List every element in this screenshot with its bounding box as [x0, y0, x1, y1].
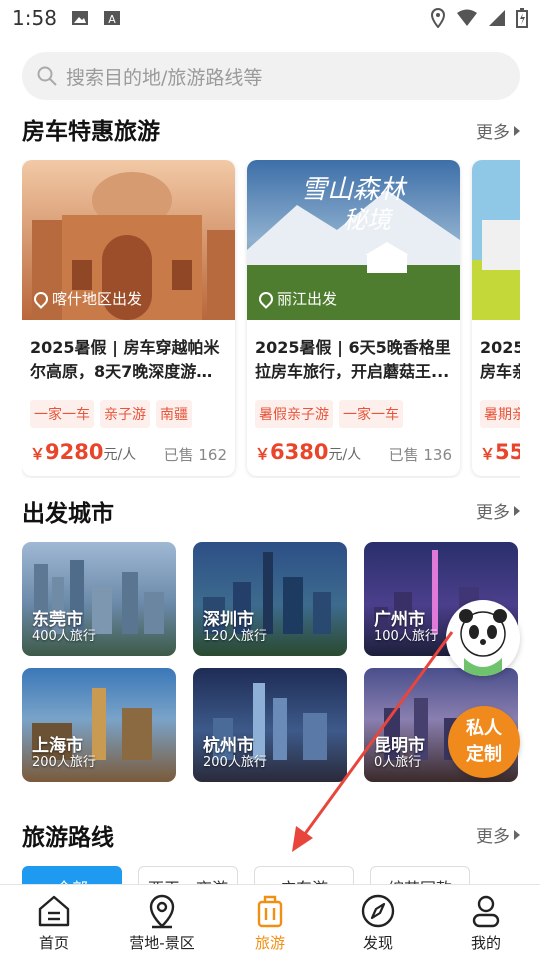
panda-icon — [459, 609, 507, 676]
promo-card[interactable]: 喀什地区出发 2025暑假 | 房车穿越帕米 尔高原，8天7晚深度游喀... 一家… — [22, 160, 235, 476]
card-title-line1: 2025暑 — [480, 338, 520, 357]
sold-count: 已售 162 — [163, 446, 227, 464]
price-value: 6380 — [270, 440, 329, 464]
cities-more-label: 更多 — [476, 503, 510, 523]
signal-icon — [489, 10, 505, 26]
city-travel-count: 100人旅行 — [374, 629, 438, 644]
price-symbol: ￥ — [480, 445, 496, 463]
search-placeholder: 搜索目的地/旅游路线等 — [66, 66, 263, 89]
routes-more-link[interactable]: 更多 — [476, 822, 520, 847]
tab-discover[interactable]: 发现 — [324, 885, 432, 960]
promo-section-title: 房车特惠旅游 — [22, 119, 160, 145]
location-icon — [430, 8, 446, 28]
departure-label: 喀什地区出发 — [31, 288, 143, 309]
svg-text:雪山森林: 雪山森林 — [301, 175, 408, 205]
tag: 暑假亲子游 — [255, 400, 333, 428]
price-symbol: ￥ — [255, 445, 271, 463]
promo-more-link[interactable]: 更多 — [476, 118, 520, 143]
price-value: 9280 — [45, 440, 104, 464]
tab-home[interactable]: 首页 — [0, 885, 108, 960]
cities-more-link[interactable]: 更多 — [476, 498, 520, 523]
card-title-line2: 尔高原，8天7晚深度游喀... — [30, 362, 227, 381]
person-icon — [472, 895, 500, 928]
image-icon — [71, 11, 88, 25]
city-travel-count: 200人旅行 — [32, 755, 96, 770]
a-icon: A — [103, 11, 120, 26]
city-travel-count: 0人旅行 — [374, 755, 422, 770]
svg-text:A: A — [108, 13, 116, 26]
tab-discover-label: 发现 — [362, 934, 393, 952]
svg-text:秘境: 秘境 — [343, 206, 394, 234]
battery-icon — [516, 8, 528, 28]
card-price: ￥55 — [480, 440, 520, 464]
city-travel-count: 120人旅行 — [203, 629, 267, 644]
card-price: ￥6380元/人 — [255, 440, 361, 464]
private-custom-label-line1: 私人 — [466, 718, 502, 739]
card-title: 2025暑假 | 6天5晚香格里 拉房车旅行，开启蘑菇王... — [255, 336, 452, 384]
wifi-icon — [457, 9, 477, 26]
price-value: 55 — [495, 440, 520, 464]
card-image — [472, 160, 520, 320]
routes-more-label: 更多 — [476, 827, 510, 847]
routes-section-title: 旅游路线 — [22, 825, 114, 851]
tab-camp-scenic[interactable]: 营地-景区 — [108, 885, 216, 960]
tab-mine-label: 我的 — [470, 934, 501, 952]
chevron-right-icon — [514, 505, 520, 516]
tag: 南疆 — [156, 400, 192, 428]
private-custom-button[interactable]: 私人 定制 — [448, 706, 520, 778]
card-title: 2025暑假 | 房车穿越帕米 尔高原，8天7晚深度游喀... — [30, 336, 227, 384]
chevron-right-icon — [514, 125, 520, 136]
promo-card[interactable]: 2025暑房车亲 暑期亲 ￥55 — [472, 160, 520, 476]
status-time: 1:58 — [12, 6, 57, 30]
city-card-hangzhou[interactable]: 杭州市 200人旅行 — [193, 668, 347, 782]
location-pin-icon — [256, 288, 276, 309]
sold-count: 已售 136 — [388, 446, 452, 464]
location-pin-icon — [149, 894, 175, 929]
search-icon — [37, 66, 57, 86]
city-card-dongguan[interactable]: 东莞市 400人旅行 — [22, 542, 176, 656]
tag: 一家一车 — [30, 400, 94, 428]
card-title: 2025暑房车亲 — [480, 336, 520, 384]
bottom-tab-bar: 首页 营地-景区 旅游 发现 我的 — [0, 884, 540, 960]
city-travel-count: 400人旅行 — [32, 629, 96, 644]
cities-section-title: 出发城市 — [22, 501, 114, 527]
tag: 亲子游 — [100, 400, 150, 428]
card-tags: 暑假亲子游 一家一车 — [255, 400, 403, 428]
tag: 暑期亲 — [480, 400, 520, 428]
city-card-shanghai[interactable]: 上海市 200人旅行 — [22, 668, 176, 782]
city-travel-count: 200人旅行 — [203, 755, 267, 770]
tab-mine[interactable]: 我的 — [432, 885, 540, 960]
promo-more-label: 更多 — [476, 123, 510, 143]
card-price: ￥9280元/人 — [30, 440, 136, 464]
city-card-shenzhen[interactable]: 深圳市 120人旅行 — [193, 542, 347, 656]
promo-card-list[interactable]: 喀什地区出发 2025暑假 | 房车穿越帕米 尔高原，8天7晚深度游喀... 一家… — [22, 160, 520, 478]
card-title-line1: 2025暑假 | 6天5晚香格里 — [255, 338, 451, 357]
departure-label: 丽江出发 — [256, 288, 338, 309]
location-pin-icon — [31, 288, 51, 309]
card-title-line1: 2025暑假 | 房车穿越帕米 — [30, 338, 220, 357]
card-title-line2: 拉房车旅行，开启蘑菇王... — [255, 362, 450, 381]
departure-text: 喀什地区出发 — [52, 290, 143, 308]
price-symbol: ￥ — [30, 445, 46, 463]
tab-camp-scenic-label: 营地-景区 — [129, 934, 195, 952]
tab-home-label: 首页 — [38, 934, 69, 952]
promo-card[interactable]: 雪山森林 秘境 丽江出发 2025暑假 | 6天5晚香格里 拉房车旅行，开启蘑菇王… — [247, 160, 460, 476]
compass-icon — [361, 894, 395, 928]
price-unit: 元/人 — [103, 447, 137, 463]
departure-text: 丽江出发 — [277, 290, 338, 308]
home-icon — [38, 895, 70, 927]
luggage-icon — [257, 895, 283, 928]
price-unit: 元/人 — [328, 447, 362, 463]
card-tags: 一家一车 亲子游 南疆 — [30, 400, 192, 428]
tab-travel[interactable]: 旅游 — [216, 885, 324, 960]
search-bar[interactable]: 搜索目的地/旅游路线等 — [22, 52, 520, 100]
customer-service-avatar-button[interactable] — [446, 600, 520, 676]
tag: 一家一车 — [339, 400, 403, 428]
card-title-line2: 房车亲 — [480, 362, 520, 381]
private-custom-label-line2: 定制 — [466, 744, 502, 765]
chevron-right-icon — [514, 829, 520, 840]
status-bar: 1:58 A — [0, 0, 540, 36]
tab-travel-label: 旅游 — [254, 934, 285, 952]
card-tags: 暑期亲 — [480, 400, 520, 428]
